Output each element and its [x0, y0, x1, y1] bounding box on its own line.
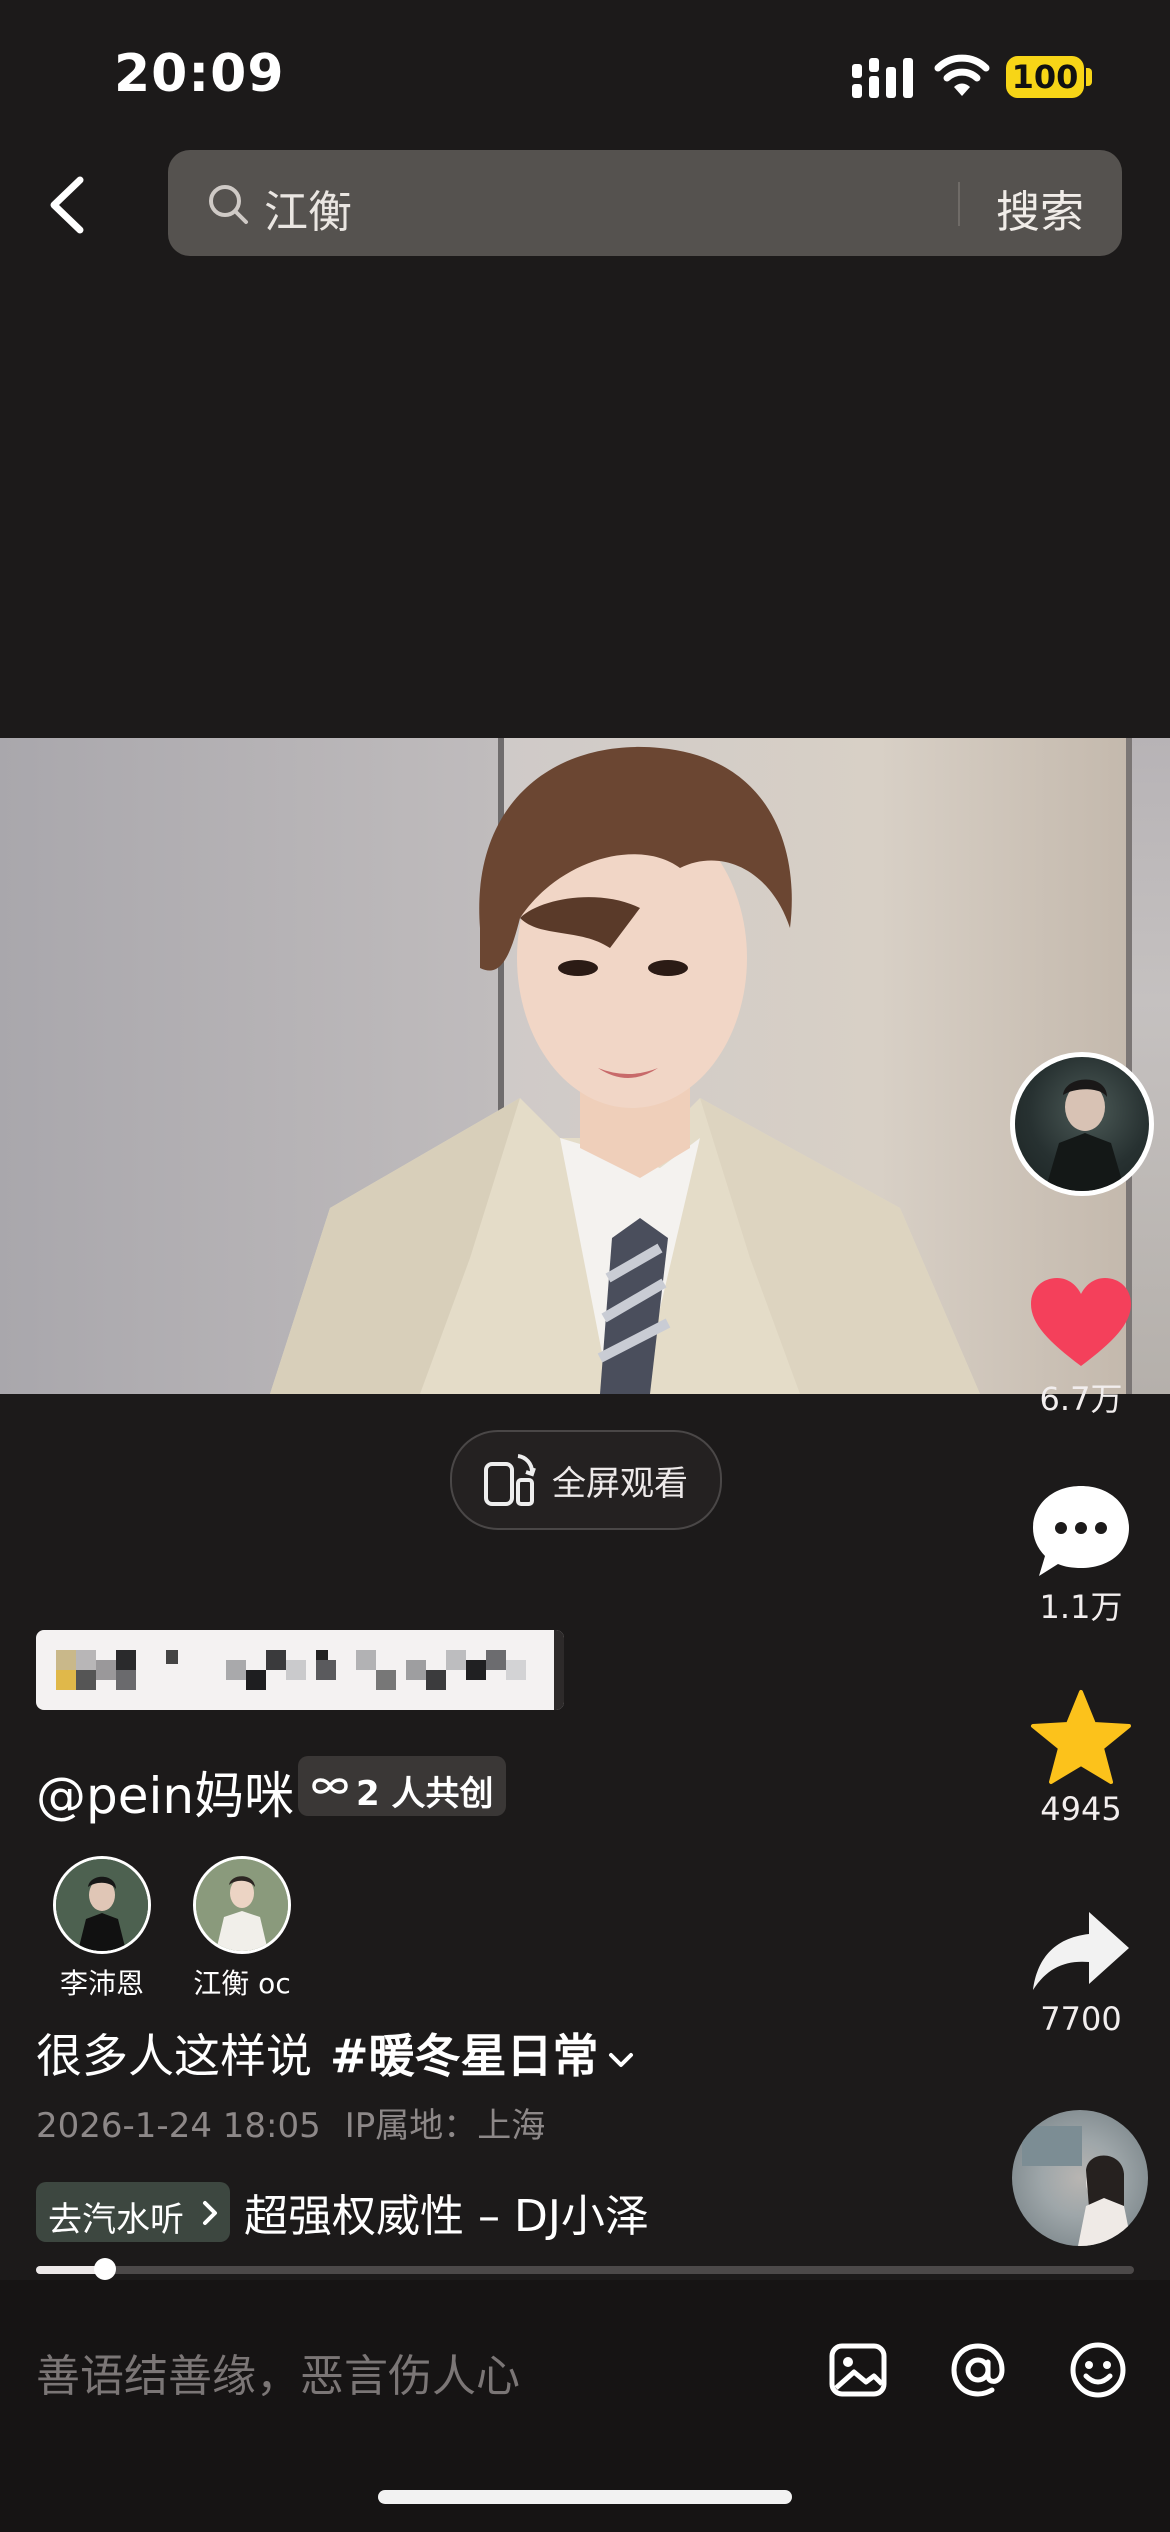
creator-item[interactable]: 江衡 oc [172, 1856, 312, 2002]
post-ip-location: IP属地：上海 [344, 2106, 546, 2146]
author-handle[interactable]: @pein妈咪 [36, 1756, 294, 1828]
author-avatar[interactable] [1010, 1052, 1154, 1196]
image-icon[interactable] [826, 2338, 890, 2402]
infinity-icon [312, 1778, 348, 1794]
cocreate-label: 2 人共创 [356, 1774, 494, 1814]
cocreate-badge[interactable]: 2 人共创 [298, 1756, 506, 1816]
home-indicator[interactable] [378, 2490, 792, 2504]
chevron-right-icon [203, 2201, 217, 2225]
creator-name: 江衡 oc [193, 1967, 291, 2000]
favorite-count: 4945 [1040, 1790, 1122, 1828]
battery-level: 100 [1006, 56, 1084, 98]
creator-avatar-image [196, 1859, 288, 1951]
rotate-fullscreen-icon [484, 1454, 536, 1506]
like-action[interactable]: 6.7万 [1006, 1276, 1156, 1420]
music-disc[interactable] [1012, 2110, 1148, 2246]
heart-icon [1031, 1278, 1131, 1366]
creator-avatar-image [56, 1859, 148, 1951]
caption-body: 很多人这样说 [36, 2029, 312, 2083]
video-player[interactable] [0, 738, 1170, 1394]
search-button[interactable]: 搜索 [996, 176, 1084, 240]
author-avatar-image [1045, 1079, 1125, 1191]
fullscreen-label: 全屏观看 [552, 1464, 688, 1504]
music-app-badge[interactable]: 去汽水听 [36, 2182, 230, 2242]
video-progress-bar[interactable] [36, 2258, 1134, 2280]
creator-avatar [53, 1856, 151, 1954]
share-action[interactable]: 7700 [1006, 1906, 1156, 2038]
mention-icon[interactable] [946, 2338, 1010, 2402]
share-count: 7700 [1040, 2000, 1122, 2038]
like-count: 6.7万 [1039, 1380, 1123, 1418]
pixelated-banner[interactable] [36, 1630, 564, 1710]
comment-icon [1033, 1486, 1129, 1576]
progress-thumb[interactable] [94, 2258, 117, 2280]
creator-item[interactable]: 李沛恩 [32, 1856, 172, 2002]
comment-count: 1.1万 [1039, 1588, 1123, 1626]
search-bar[interactable]: 江衡 搜索 [168, 150, 1122, 256]
music-title[interactable]: 超强权威性 – DJ小泽 [244, 2180, 649, 2244]
creator-avatar [193, 1856, 291, 1954]
battery-nub [1086, 68, 1092, 86]
favorite-action[interactable]: 4945 [1006, 1688, 1156, 1828]
music-badge-label: 去汽水听 [48, 2200, 184, 2240]
star-icon [1031, 1690, 1131, 1784]
video-detail-screen: 20:09 100 江衡 搜索 全屏观看 6.7万 1.1万 4945 7700… [0, 0, 1170, 2532]
post-meta: 2026-1-24 18:05 IP属地：上海 [36, 2098, 545, 2147]
wifi-icon [934, 54, 990, 96]
post-caption[interactable]: 很多人这样说 #暖冬星日常 [36, 2020, 635, 2086]
caption-hashtag[interactable]: #暖冬星日常 [330, 2029, 599, 2083]
search-query[interactable]: 江衡 [264, 176, 352, 240]
cellular-signal-icon [852, 58, 913, 98]
post-date: 2026-1-24 18:05 [36, 2106, 321, 2146]
search-icon [209, 185, 248, 224]
video-subject-image [270, 746, 980, 1394]
creator-name: 李沛恩 [59, 1967, 144, 2000]
back-button[interactable] [40, 170, 100, 240]
share-arrow-icon [1033, 1912, 1129, 1990]
comment-input[interactable]: 善语结善缘，恶言伤人心 [36, 2340, 520, 2404]
comment-action[interactable]: 1.1万 [1006, 1482, 1156, 1628]
pixelated-banner-image [56, 1630, 564, 1710]
emoji-icon[interactable] [1066, 2338, 1130, 2402]
chevron-down-icon[interactable] [607, 2046, 635, 2074]
status-time: 20:09 [114, 44, 285, 104]
fullscreen-button[interactable]: 全屏观看 [450, 1430, 722, 1530]
search-divider [958, 182, 960, 226]
music-cover-image [1022, 2126, 1132, 2246]
